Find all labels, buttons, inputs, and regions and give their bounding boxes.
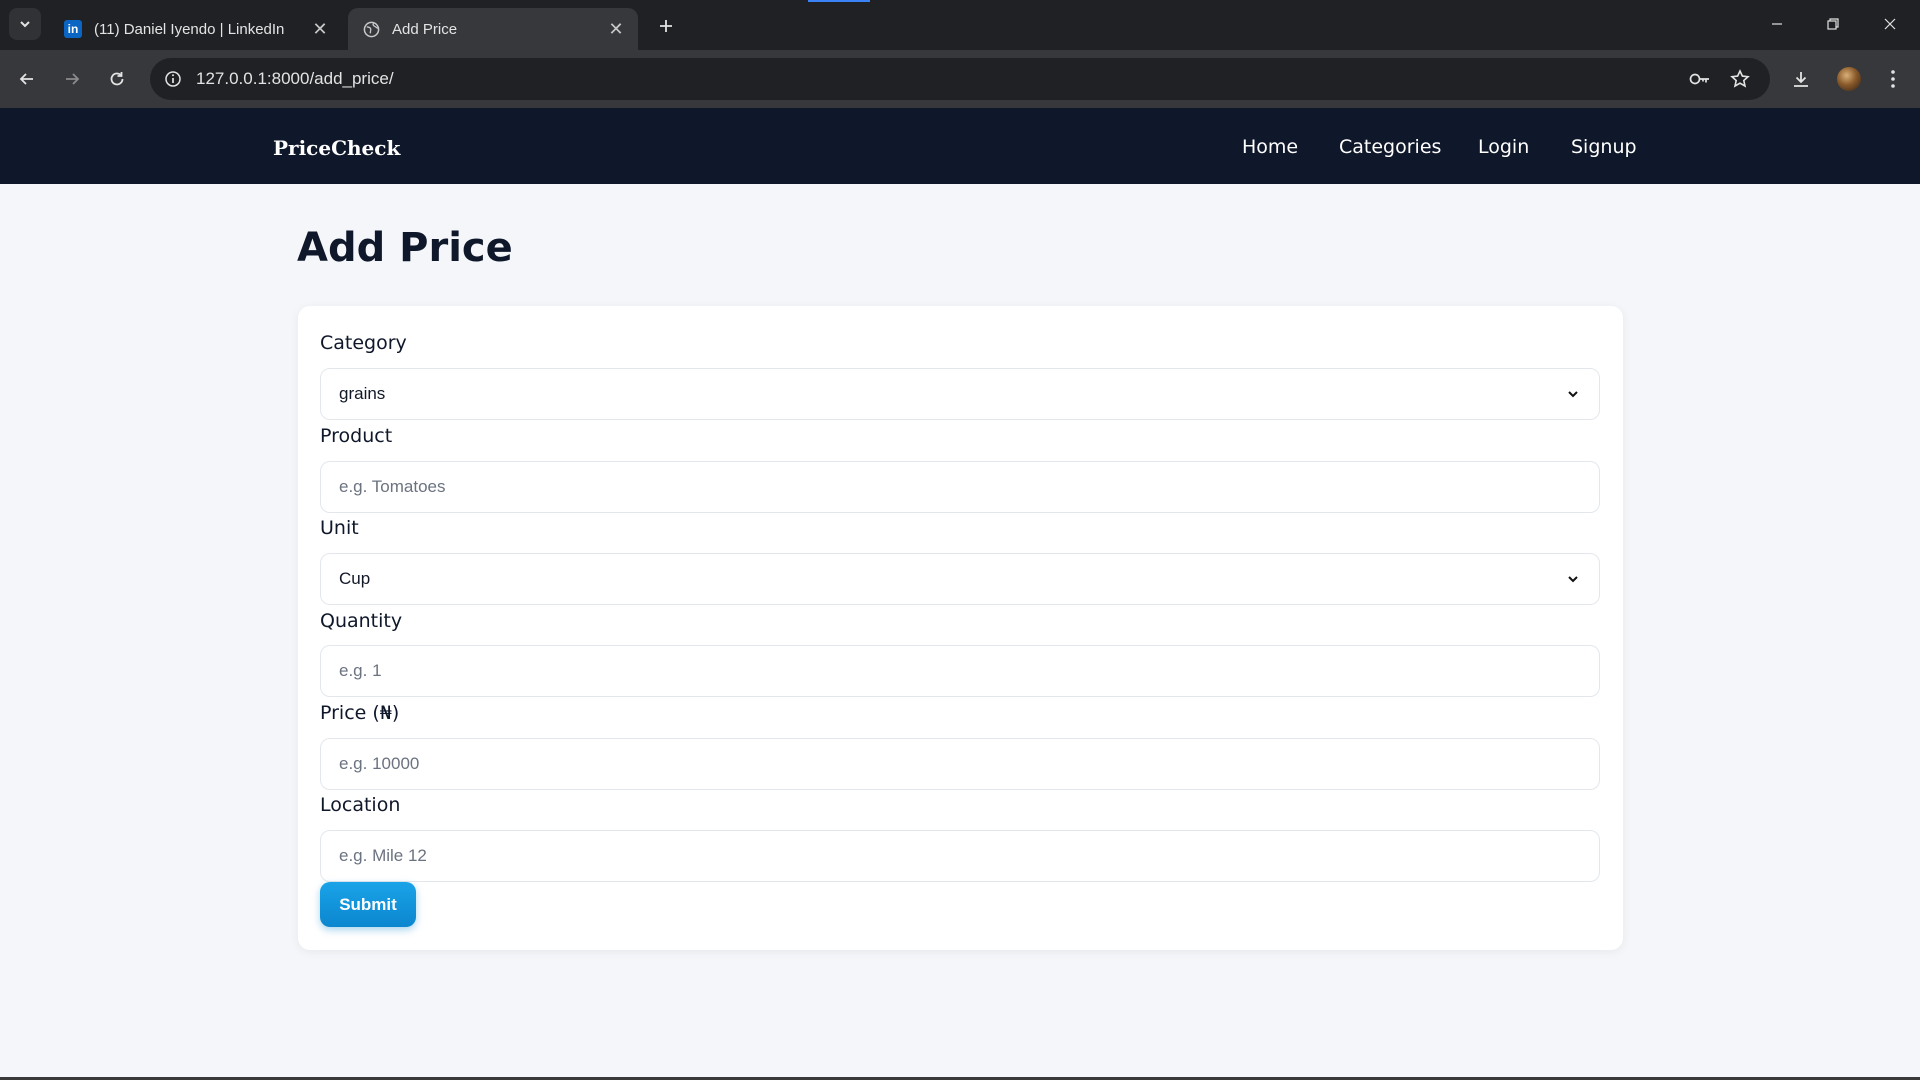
nav-link-home[interactable]: Home <box>1242 136 1298 158</box>
linkedin-icon: in <box>64 20 82 38</box>
restore-icon <box>1827 18 1839 30</box>
close-icon[interactable]: ✕ <box>606 19 626 39</box>
quantity-input[interactable]: e.g. 1 <box>320 645 1600 697</box>
submit-button[interactable]: Submit <box>320 882 416 927</box>
nav-link-categories[interactable]: Categories <box>1339 136 1441 158</box>
close-icon <box>1884 18 1896 30</box>
download-icon <box>1794 72 1808 87</box>
back-button[interactable] <box>10 62 44 96</box>
nav-link-signup[interactable]: Signup <box>1571 136 1637 158</box>
new-tab-button[interactable] <box>652 12 680 40</box>
password-key-button[interactable] <box>1685 64 1715 94</box>
forward-button[interactable] <box>55 62 89 96</box>
key-icon <box>1689 73 1709 85</box>
price-input[interactable]: e.g. 10000 <box>320 738 1600 790</box>
category-select[interactable]: grains <box>320 368 1600 420</box>
tab-search-button[interactable] <box>9 8 41 40</box>
bookmark-button[interactable] <box>1725 64 1755 94</box>
reload-button[interactable] <box>100 62 134 96</box>
tab-title: (11) Daniel Iyendo | LinkedIn <box>94 20 285 38</box>
browser-tab-linkedin[interactable]: in (11) Daniel Iyendo | LinkedIn ✕ <box>50 8 342 50</box>
profile-button[interactable] <box>1832 62 1866 96</box>
nav-link-login[interactable]: Login <box>1478 136 1529 158</box>
star-icon <box>1730 69 1750 88</box>
category-label: Category <box>320 332 407 354</box>
plus-icon <box>660 20 672 32</box>
location-input[interactable]: e.g. Mile 12 <box>320 830 1600 882</box>
globe-icon <box>362 20 380 38</box>
close-window-button[interactable] <box>1870 8 1910 40</box>
info-icon <box>165 71 181 87</box>
chevron-down-icon <box>1565 571 1581 587</box>
chevron-down-icon <box>1565 386 1581 402</box>
browser-menu-button[interactable] <box>1876 62 1910 96</box>
url-text[interactable]: 127.0.0.1:8000/add_price/ <box>196 69 394 89</box>
product-placeholder: e.g. Tomatoes <box>339 477 446 496</box>
category-selected-value: grains <box>339 384 386 403</box>
arrow-left-icon <box>19 73 33 85</box>
page-title: Add Price <box>297 225 513 271</box>
arrow-right-icon <box>66 73 80 85</box>
location-label: Location <box>320 794 401 816</box>
more-vertical-icon <box>1891 70 1895 88</box>
unit-selected-value: Cup <box>339 569 371 588</box>
minimize-icon <box>1772 23 1782 25</box>
tab-title: Add Price <box>392 20 458 38</box>
price-label: Price (₦) <box>320 702 400 724</box>
minimize-button[interactable] <box>1757 8 1797 40</box>
avatar <box>1837 67 1861 91</box>
product-label: Product <box>320 425 393 447</box>
close-icon[interactable]: ✕ <box>310 19 330 39</box>
product-input[interactable]: e.g. Tomatoes <box>320 461 1600 513</box>
browser-tab-add-price[interactable]: Add Price ✕ <box>348 8 638 50</box>
quantity-placeholder: e.g. 1 <box>339 661 382 680</box>
chevron-down-icon <box>20 21 30 28</box>
brand-logo[interactable]: PriceCheck <box>273 136 400 160</box>
quantity-label: Quantity <box>320 610 403 632</box>
site-info-button[interactable] <box>160 66 186 92</box>
restore-button[interactable] <box>1813 8 1853 40</box>
tab-strip-indicator <box>808 0 870 2</box>
unit-label: Unit <box>320 517 359 539</box>
reload-icon <box>110 72 124 86</box>
price-placeholder: e.g. 10000 <box>339 754 420 773</box>
location-placeholder: e.g. Mile 12 <box>339 846 427 865</box>
downloads-button[interactable] <box>1784 62 1818 96</box>
unit-select[interactable]: Cup <box>320 553 1600 605</box>
